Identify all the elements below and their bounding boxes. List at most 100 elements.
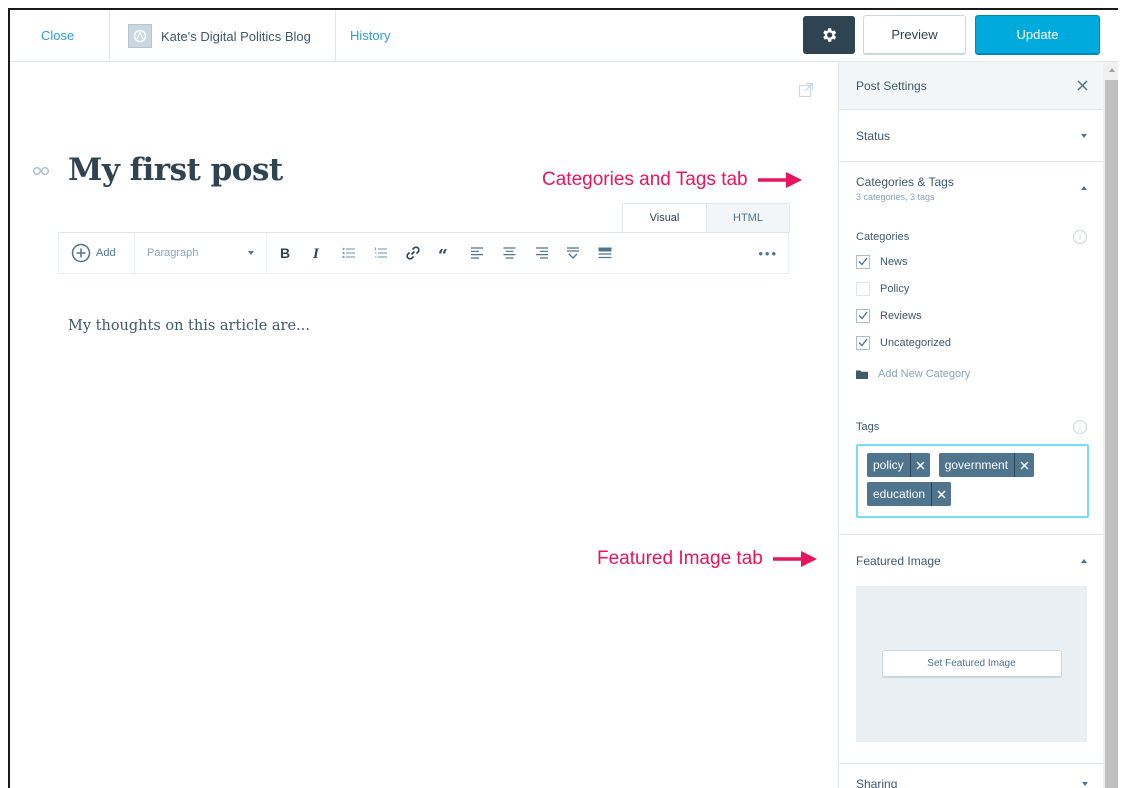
remove-tag-button[interactable] [909,453,930,477]
info-icon[interactable]: i [1073,230,1087,244]
category-policy[interactable]: Policy [856,275,1087,302]
blockquote-button[interactable]: “ [431,233,459,273]
editor-window: Close Kate's Digital Politics Blog Histo… [8,8,1118,788]
sidebar-header: Post Settings [839,62,1103,110]
align-left-button[interactable] [463,233,491,273]
categories-tags-summary: 3 categories, 3 tags [856,191,935,202]
editor-area: My first post Visual HTML Add Paragraph … [10,62,838,788]
svg-text:I: I [312,246,320,260]
sharing-label: Sharing [856,776,898,788]
folder-icon [856,370,868,379]
category-uncategorized[interactable]: Uncategorized [856,329,1087,356]
categories-tags-section-toggle[interactable]: Categories & Tags 3 categories, 3 tags [839,162,1103,214]
add-media-button[interactable]: Add [59,233,135,273]
category-label: Reviews [880,309,922,322]
formatting-toolbar: Add Paragraph B I “ ••• [58,232,789,274]
featured-image-dropzone: Set Featured Image [856,586,1087,742]
tag-chip: policy [867,453,930,477]
tags-input[interactable]: policy government education [856,444,1089,518]
tab-html[interactable]: HTML [706,204,789,233]
category-label: Policy [880,282,910,295]
italic-button[interactable]: I [303,233,331,273]
close-button[interactable]: Close [10,10,110,62]
toolbar-toggle-icon [598,247,612,259]
toolbar-toggle-button[interactable] [591,233,619,273]
numbered-list-icon [374,247,387,258]
site-switcher[interactable]: Kate's Digital Politics Blog [110,10,336,62]
tag-text: policy [873,458,904,472]
history-button[interactable]: History [350,10,390,62]
post-content[interactable]: My thoughts on this article are... [68,318,310,334]
chevron-up-icon [1108,68,1115,72]
svg-text:B: B [280,246,290,260]
chevron-down-icon [1082,781,1088,786]
check-icon [858,311,868,320]
category-label: News [880,255,908,268]
bold-button[interactable]: B [271,233,299,273]
tag-text: education [873,487,926,501]
arrow-right-icon [772,551,817,567]
bold-icon: B [280,246,290,260]
align-center-button[interactable] [495,233,523,273]
remove-tag-button[interactable] [931,482,951,506]
update-button[interactable]: Update [975,15,1100,55]
checkbox-unchecked[interactable] [856,281,870,296]
site-name: Kate's Digital Politics Blog [161,28,311,44]
numbered-list-button[interactable] [367,233,395,273]
scroll-up-arrow[interactable] [1103,62,1118,78]
settings-gear-button[interactable] [803,16,855,54]
checkbox-checked[interactable] [856,308,870,323]
add-label: Add [96,247,116,259]
annotation-categories-tags: Categories and Tags tab [542,169,804,191]
add-category-label: Add New Category [878,368,971,380]
bullet-list-button[interactable] [335,233,363,273]
post-settings-sidebar: Post Settings Status Categories & Tags 3… [838,62,1104,788]
remove-tag-button[interactable] [1014,453,1034,477]
annotation-featured-image: Featured Image tab [597,548,819,570]
read-more-button[interactable] [559,233,587,273]
featured-image-label: Featured Image [856,553,941,568]
top-bar: Close Kate's Digital Politics Blog Histo… [10,10,1118,62]
checkbox-checked[interactable] [856,335,870,350]
svg-text:“: “ [438,247,448,259]
scrollbar-thumb[interactable] [1105,80,1118,788]
add-new-category-button[interactable]: Add New Category [856,364,1087,384]
featured-image-section-toggle[interactable]: Featured Image [839,534,1103,586]
sidebar-title: Post Settings [856,78,927,93]
sharing-section-toggle[interactable]: Sharing [839,763,1104,788]
paragraph-format-select[interactable]: Paragraph [135,233,267,273]
gear-icon [823,28,837,42]
post-title[interactable]: My first post [68,152,283,188]
preview-button[interactable]: Preview [863,15,966,55]
category-reviews[interactable]: Reviews [856,302,1087,329]
categories-panel: Categories i News Policy Reviews Uncateg… [839,214,1103,384]
chevron-down-icon [1081,133,1087,138]
close-icon [1020,460,1029,470]
tags-panel: Tags i policy government education [839,384,1103,518]
status-section-toggle[interactable]: Status [839,110,1103,162]
category-news[interactable]: News [856,248,1087,275]
check-icon [858,257,868,266]
external-link-icon[interactable] [798,82,814,103]
chevron-down-icon [248,251,254,255]
quote-icon: “ [438,247,448,259]
align-right-button[interactable] [527,233,555,273]
info-icon[interactable]: i [1073,420,1087,434]
editor-mode-tabs: Visual HTML [622,203,790,233]
permalink-icon[interactable] [32,163,50,179]
annotation-featured-image-text: Featured Image tab [597,548,763,569]
sidebar-scrollbar[interactable] [1103,62,1118,788]
align-right-icon [535,247,548,259]
checkbox-checked[interactable] [856,254,870,269]
tags-label: Tags [856,421,880,433]
link-button[interactable] [399,233,427,273]
site-icon [128,24,152,48]
italic-icon: I [312,246,320,260]
tag-chip: government [938,453,1035,477]
more-options-button[interactable]: ••• [758,233,778,273]
category-label: Uncategorized [880,336,951,349]
tab-visual[interactable]: Visual [623,204,706,233]
close-icon [916,460,925,470]
set-featured-image-button[interactable]: Set Featured Image [881,650,1062,678]
close-icon[interactable] [1077,80,1088,91]
